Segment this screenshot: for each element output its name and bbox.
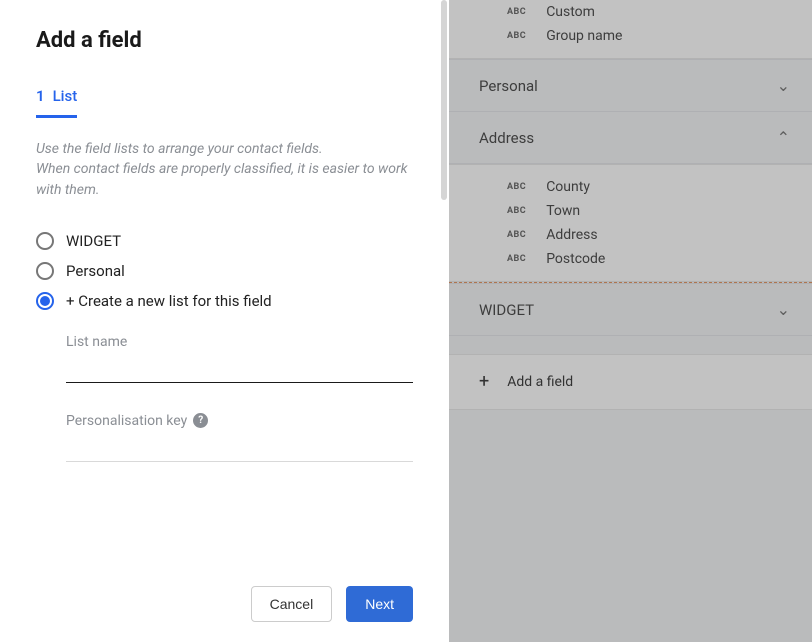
abc-type-icon: ABC — [507, 182, 526, 192]
personalisation-key-label: Personalisation key — [66, 413, 187, 429]
help-icon[interactable]: ? — [193, 413, 208, 428]
field-name: Group name — [546, 28, 622, 44]
cancel-button[interactable]: Cancel — [251, 586, 333, 622]
list-item[interactable]: ABC Postcode — [449, 247, 812, 271]
radio-personal[interactable]: Personal — [36, 262, 413, 280]
section-title: Personal — [479, 77, 538, 95]
radio-label: WIDGET — [66, 232, 121, 250]
radio-icon — [36, 262, 54, 280]
section-header-address[interactable]: Address ⌃ — [449, 112, 812, 164]
radio-icon-selected — [36, 292, 54, 310]
next-button[interactable]: Next — [346, 586, 413, 622]
new-list-form: List name Personalisation key ? — [66, 334, 413, 492]
list-item[interactable]: ABC Group name — [449, 24, 812, 48]
tab-number: 1 — [36, 87, 45, 105]
field-name: County — [546, 179, 590, 195]
field-name: Custom — [546, 4, 595, 20]
radio-label: Personal — [66, 262, 125, 280]
list-item[interactable]: ABC Address — [449, 223, 812, 247]
personalisation-key-field-group: Personalisation key ? — [66, 413, 413, 462]
abc-type-icon: ABC — [507, 206, 526, 216]
list-name-label: List name — [66, 334, 413, 350]
list-name-field-group: List name — [66, 334, 413, 383]
modal-description: Use the field lists to arrange your cont… — [36, 139, 413, 200]
chevron-down-icon: ⌄ — [777, 76, 790, 95]
section-header-widget[interactable]: WIDGET ⌄ — [449, 283, 812, 336]
list-item[interactable]: ABC Custom — [449, 0, 812, 24]
abc-type-icon: ABC — [507, 7, 526, 17]
add-field-label: Add a field — [507, 374, 573, 390]
section-title: Address — [479, 129, 534, 147]
list-radio-group: WIDGET Personal + Create a new list for … — [36, 232, 413, 310]
scrollbar-thumb[interactable] — [441, 0, 447, 200]
plus-icon: + — [479, 373, 489, 391]
abc-type-icon: ABC — [507, 230, 526, 240]
modal-footer: Cancel Next — [36, 566, 413, 622]
tab-label: List — [53, 87, 78, 105]
background-content: ABC Custom ABC Group name Personal ⌄ Add… — [449, 0, 812, 642]
abc-type-icon: ABC — [507, 254, 526, 264]
list-item[interactable]: ABC Town — [449, 199, 812, 223]
section-title: WIDGET — [479, 301, 534, 319]
abc-type-icon: ABC — [507, 31, 526, 41]
chevron-up-icon: ⌃ — [777, 128, 790, 147]
radio-create-new-list[interactable]: + Create a new list for this field — [36, 292, 413, 310]
modal-title: Add a field — [36, 28, 413, 53]
list-name-input[interactable] — [66, 350, 413, 383]
field-name: Address — [546, 227, 597, 243]
personalisation-key-input[interactable] — [66, 429, 413, 462]
field-name: Postcode — [546, 251, 605, 267]
add-field-modal: Add a field 1 List Use the field lists t… — [0, 0, 449, 642]
wizard-tabs: 1 List — [36, 87, 413, 119]
chevron-down-icon: ⌄ — [777, 300, 790, 319]
list-item[interactable]: ABC County — [449, 175, 812, 199]
radio-icon — [36, 232, 54, 250]
tab-list[interactable]: 1 List — [36, 87, 77, 118]
radio-widget[interactable]: WIDGET — [36, 232, 413, 250]
section-header-personal[interactable]: Personal ⌄ — [449, 59, 812, 112]
field-name: Town — [546, 203, 580, 219]
add-field-button[interactable]: + Add a field — [449, 354, 812, 410]
radio-label: + Create a new list for this field — [66, 292, 272, 310]
